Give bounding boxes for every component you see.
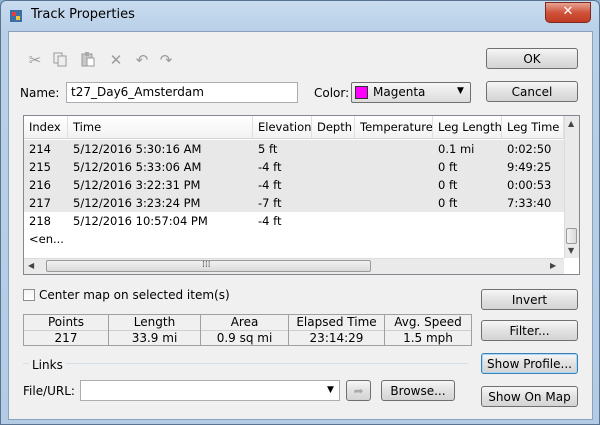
cell-leg-time: 0:02:50 — [507, 142, 552, 156]
cell-index: 215 — [29, 160, 51, 174]
links-group-label: Links — [29, 358, 66, 372]
file-url-label: File/URL: — [23, 384, 75, 398]
stat-value: 33.9 mi — [131, 331, 178, 345]
undo-icon[interactable]: ↶ — [133, 51, 151, 69]
color-label: Color: — [314, 86, 350, 100]
open-link-button[interactable]: ➦ — [346, 380, 371, 401]
stat-label: Length — [109, 315, 200, 331]
scroll-right-icon[interactable]: ▶ — [550, 261, 556, 270]
delete-icon[interactable]: ✕ — [107, 51, 125, 69]
invert-button[interactable]: Invert — [481, 289, 578, 310]
show-profile-button[interactable]: Show Profile... — [481, 353, 578, 374]
stat-points: Points 217 — [24, 315, 109, 345]
cell-time: 5/12/2016 5:33:06 AM — [73, 160, 202, 174]
color-swatch — [355, 86, 368, 99]
stat-label: Area — [201, 315, 288, 331]
column-header-temperature[interactable]: Temperature — [355, 116, 433, 138]
stat-label: Avg. Speed — [385, 315, 471, 331]
column-header-time[interactable]: Time — [68, 116, 253, 138]
column-header-leg-length[interactable]: Leg Length — [433, 116, 502, 138]
stat-length: Length 33.9 mi — [109, 315, 201, 345]
cell-index: 218 — [29, 214, 51, 228]
cell-leg-length: 0 ft — [438, 178, 458, 192]
column-header-elevation[interactable]: Elevation — [253, 116, 312, 138]
cell-index: 214 — [29, 142, 51, 156]
go-arrow-icon: ➦ — [353, 384, 364, 398]
stat-label: Elapsed Time — [289, 315, 384, 331]
cell-elevation: 5 ft — [258, 142, 278, 156]
grip-icon: ⁞⁞⁞ — [202, 260, 211, 270]
color-select[interactable]: Magenta ▼ — [351, 82, 471, 103]
cell-leg-time: 9:49:25 — [507, 160, 552, 174]
cell-time: 5/12/2016 10:57:04 PM — [73, 214, 208, 228]
scroll-up-icon[interactable]: ▲ — [568, 119, 574, 128]
stat-area: Area 0.9 sq mi — [201, 315, 289, 345]
track-statistics: Points 217 Length 33.9 mi Area 0.9 sq mi… — [23, 314, 472, 346]
stat-value: 23:14:29 — [309, 331, 364, 345]
filter-button[interactable]: Filter... — [481, 320, 578, 341]
ok-button[interactable]: OK — [486, 48, 578, 69]
chevron-down-icon: ▼ — [457, 86, 464, 96]
scroll-down-icon[interactable]: ▼ — [568, 246, 574, 255]
cancel-button[interactable]: Cancel — [486, 81, 578, 102]
stat-avg-speed: Avg. Speed 1.5 mph — [385, 315, 471, 345]
cell-leg-time: 7:33:40 — [507, 196, 552, 210]
name-label: Name: — [20, 86, 60, 100]
scroll-left-icon[interactable]: ◀ — [28, 261, 34, 270]
cell-index: 216 — [29, 178, 51, 192]
table-row[interactable]: 217 5/12/2016 3:23:24 PM -7 ft 0 ft 7:33… — [24, 194, 564, 212]
column-header-depth[interactable]: Depth — [312, 116, 355, 138]
stat-elapsed-time: Elapsed Time 23:14:29 — [289, 315, 385, 345]
cell-index: 217 — [29, 196, 51, 210]
cell-end-marker: <en... — [29, 232, 64, 246]
table-header: Index Time Elevation Depth Temperature L… — [24, 116, 564, 139]
close-button[interactable]: ✕ — [545, 2, 591, 23]
name-input[interactable]: t27_Day6_Amsterdam — [66, 82, 298, 103]
cell-elevation: -4 ft — [258, 178, 282, 192]
cell-time: 5/12/2016 3:22:31 PM — [73, 178, 201, 192]
cell-elevation: -4 ft — [258, 160, 282, 174]
cell-elevation: -7 ft — [258, 196, 282, 210]
cell-leg-time: 0:00:53 — [507, 178, 552, 192]
table-row[interactable]: 216 5/12/2016 3:22:31 PM -4 ft 0 ft 0:00… — [24, 176, 564, 194]
show-on-map-button[interactable]: Show On Map — [481, 386, 578, 407]
horizontal-scroll-thumb[interactable]: ⁞⁞⁞ — [46, 260, 371, 272]
title-bar[interactable]: Track Properties ✕ — [1, 1, 599, 31]
redo-icon[interactable]: ↷ — [157, 51, 175, 69]
color-value: Magenta — [373, 85, 426, 99]
stat-value: 0.9 sq mi — [216, 331, 273, 345]
column-header-leg-time[interactable]: Leg Time — [502, 116, 564, 138]
horizontal-scrollbar[interactable]: ◀ ⁞⁞⁞ ▶ — [24, 258, 564, 274]
stat-value: 217 — [54, 331, 78, 345]
vertical-scrollbar[interactable]: ▲ ▼ — [564, 116, 579, 258]
cell-leg-length: 0 ft — [438, 196, 458, 210]
table-row[interactable]: 218 5/12/2016 10:57:04 PM -4 ft — [24, 212, 564, 230]
browse-button[interactable]: Browse... — [381, 380, 455, 401]
file-url-input[interactable]: ▼ — [80, 380, 340, 401]
app-icon — [10, 10, 22, 22]
table-row[interactable]: 214 5/12/2016 5:30:16 AM 5 ft 0.1 mi 0:0… — [24, 140, 564, 158]
table-row[interactable]: 215 5/12/2016 5:33:06 AM -4 ft 0 ft 9:49… — [24, 158, 564, 176]
cell-time: 5/12/2016 5:30:16 AM — [73, 142, 202, 156]
copy-icon[interactable] — [51, 51, 69, 69]
center-map-checkbox[interactable] — [23, 289, 35, 301]
track-points-table[interactable]: Index Time Elevation Depth Temperature L… — [23, 115, 580, 275]
stat-value: 1.5 mph — [403, 331, 453, 345]
cell-elevation: -4 ft — [258, 214, 282, 228]
table-row-end[interactable]: <en... — [24, 230, 564, 248]
cell-leg-length: 0 ft — [438, 160, 458, 174]
close-icon: ✕ — [562, 4, 574, 19]
window-title: Track Properties — [31, 7, 135, 22]
paste-icon[interactable] — [79, 51, 97, 69]
stat-label: Points — [24, 315, 108, 331]
scissors-icon[interactable]: ✂ — [26, 51, 44, 69]
cell-time: 5/12/2016 3:23:24 PM — [73, 196, 201, 210]
vertical-scroll-thumb[interactable] — [566, 228, 577, 244]
column-header-index[interactable]: Index — [24, 116, 68, 138]
chevron-down-icon[interactable]: ▼ — [327, 381, 334, 400]
cell-leg-length: 0.1 mi — [438, 142, 475, 156]
track-properties-window: Track Properties ✕ ✂ ✕ ↶ ↷ Name: t27_Day… — [0, 0, 600, 425]
center-map-label: Center map on selected item(s) — [39, 288, 230, 302]
dialog-body: ✂ ✕ ↶ ↷ Name: t27_Day6_Amsterdam Color: … — [8, 31, 593, 420]
